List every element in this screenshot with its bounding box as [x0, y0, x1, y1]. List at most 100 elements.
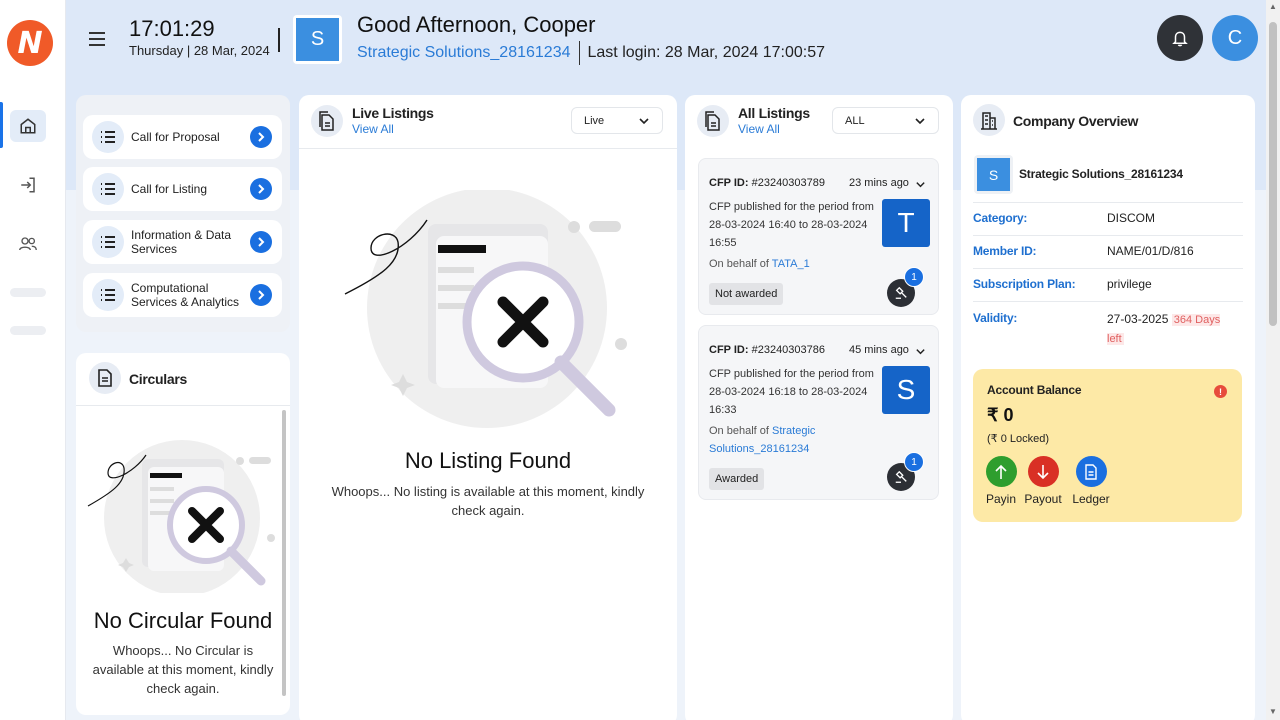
chevron-right-icon[interactable]	[250, 284, 272, 306]
quick-links-card: Call for Proposal Call for Listing Infor…	[76, 95, 290, 332]
notifications-button[interactable]	[1157, 15, 1203, 61]
bell-icon	[1172, 31, 1188, 47]
info-value: 27-03-2025 364 Days left	[1107, 310, 1237, 348]
cfp-label: CFP ID:	[709, 177, 749, 189]
listing-avatar: T	[882, 199, 930, 247]
chevron-right-icon[interactable]	[250, 178, 272, 200]
ledger-button[interactable]: Ledger	[1061, 456, 1121, 506]
listing-avatar: S	[882, 366, 930, 414]
empty-state-message: Whoops... No Circular is available at th…	[92, 643, 274, 696]
last-login: Last login: 28 Mar, 2024 17:00:57	[587, 44, 826, 61]
org-line-divider	[578, 41, 580, 65]
empty-state-message: Whoops... No listing is available at thi…	[331, 484, 645, 518]
chevron-right-icon[interactable]	[250, 126, 272, 148]
info-row-member-id: Member ID: NAME/01/D/816	[973, 235, 1243, 268]
ledger-document-icon	[1075, 456, 1107, 487]
view-all-link[interactable]: View All	[738, 122, 780, 136]
behalf-prefix: On behalf of	[709, 425, 769, 437]
date-value: 28 Mar, 2024	[193, 43, 270, 58]
company-overview-title: Company Overview	[1013, 113, 1139, 129]
chevron-down-icon[interactable]	[915, 346, 926, 357]
company-avatar-letter: S	[977, 158, 1010, 191]
on-behalf-of: On behalf of Strategic Solutions_2816123…	[709, 422, 869, 458]
scroll-up-icon[interactable]: ▲	[1269, 3, 1277, 11]
quick-link-information-data-services[interactable]: Information & Data Services	[83, 220, 282, 264]
empty-state-title: No Listing Found	[404, 448, 572, 473]
cfp-id: CFP ID: #23240303786	[709, 344, 825, 356]
selected-filter: Live	[584, 114, 605, 127]
no-data-illustration-icon	[87, 440, 275, 593]
listing-time-ago: 23 mins ago	[849, 177, 909, 189]
user-avatar[interactable]: C	[1212, 15, 1258, 61]
info-row-validity: Validity: 27-03-2025 364 Days left	[973, 301, 1243, 351]
status-badge: Awarded	[709, 468, 765, 490]
listing-time-ago: 45 mins ago	[849, 344, 909, 356]
app-logo[interactable]: N	[7, 20, 53, 66]
behalf-prefix: On behalf of	[709, 258, 769, 270]
users-nav-button[interactable]	[10, 228, 46, 260]
day-name: Thursday	[129, 43, 184, 58]
no-data-illustration-icon	[344, 190, 627, 428]
org-name-link[interactable]: Strategic Solutions_28161234	[357, 44, 571, 62]
quick-link-call-for-proposal[interactable]: Call for Proposal	[83, 115, 282, 159]
chevron-down-icon	[915, 118, 925, 125]
info-row-category: Category: DISCOM	[973, 202, 1243, 235]
info-icon[interactable]: !	[1214, 385, 1227, 398]
document-icon	[89, 362, 121, 394]
empty-state-title: No Circular Found	[93, 608, 273, 633]
org-avatar-letter: S	[296, 18, 339, 61]
balance-title: Account Balance	[987, 383, 1082, 397]
card-divider	[299, 148, 677, 149]
company-overview-card: Company Overview S Strategic Solutions_2…	[961, 95, 1255, 720]
info-key: Subscription Plan:	[973, 277, 1076, 291]
all-filter-select[interactable]: ALL	[832, 107, 939, 134]
circulars-scrollbar[interactable]	[282, 410, 286, 696]
cfp-number: #23240303789	[751, 177, 826, 189]
quick-link-call-for-listing[interactable]: Call for Listing	[83, 167, 282, 211]
cfp-number: #23240303786	[751, 344, 826, 356]
all-listings-card: All Listings View All ALL CFP ID: #23240…	[685, 95, 953, 720]
listing-description: CFP published for the period from 28-03-…	[709, 368, 874, 416]
info-value: privilege	[1107, 277, 1152, 291]
quick-link-computational-services[interactable]: Computational Services & Analytics	[83, 273, 282, 317]
view-all-link[interactable]: View All	[352, 122, 394, 136]
login-nav-button[interactable]	[10, 169, 46, 201]
info-value: NAME/01/D/816	[1107, 244, 1194, 258]
quick-link-label: Information & Data Services	[131, 228, 232, 256]
card-divider	[76, 405, 290, 406]
behalf-name-link[interactable]: TATA_1	[772, 258, 810, 270]
home-icon	[20, 118, 36, 134]
home-nav-button[interactable]	[10, 110, 46, 142]
sign-in-icon	[21, 177, 35, 193]
cfp-label: CFP ID:	[709, 344, 749, 356]
listing-card[interactable]: CFP ID: #23240303789 23 mins ago CFP pub…	[698, 158, 939, 315]
listing-card[interactable]: CFP ID: #23240303786 45 mins ago CFP pub…	[698, 325, 939, 500]
account-balance-panel: Account Balance ! ₹ 0 (₹ 0 Locked) Payin…	[973, 369, 1242, 522]
list-icon	[92, 121, 124, 153]
hamburger-menu-icon[interactable]	[86, 28, 108, 50]
list-icon	[92, 173, 124, 205]
scrollbar-thumb[interactable]	[1269, 22, 1277, 326]
gavel-icon	[895, 286, 907, 299]
chevron-down-icon	[639, 118, 649, 125]
chevron-down-icon[interactable]	[915, 179, 926, 190]
action-label: Ledger	[1072, 492, 1110, 506]
live-filter-select[interactable]: Live	[571, 107, 663, 134]
users-icon	[19, 237, 37, 251]
list-icon	[92, 226, 124, 258]
bid-count-badge: 1	[904, 267, 924, 287]
company-avatar: S	[974, 155, 1013, 194]
active-indicator	[0, 102, 3, 148]
info-key: Member ID:	[973, 244, 1037, 258]
arrow-down-icon	[1027, 456, 1059, 487]
documents-icon	[311, 105, 343, 137]
org-avatar: S	[293, 15, 342, 64]
circulars-title: Circulars	[129, 371, 187, 387]
chevron-right-icon[interactable]	[250, 231, 272, 253]
balance-amount: ₹ 0	[987, 405, 1014, 425]
building-icon	[973, 104, 1005, 136]
company-name: Strategic Solutions_28161234	[1019, 167, 1183, 181]
live-listings-card: Live Listings View All Live No Listing F…	[299, 95, 677, 720]
quick-link-label: Call for Listing	[131, 182, 208, 196]
scroll-down-icon[interactable]: ▼	[1269, 708, 1277, 716]
